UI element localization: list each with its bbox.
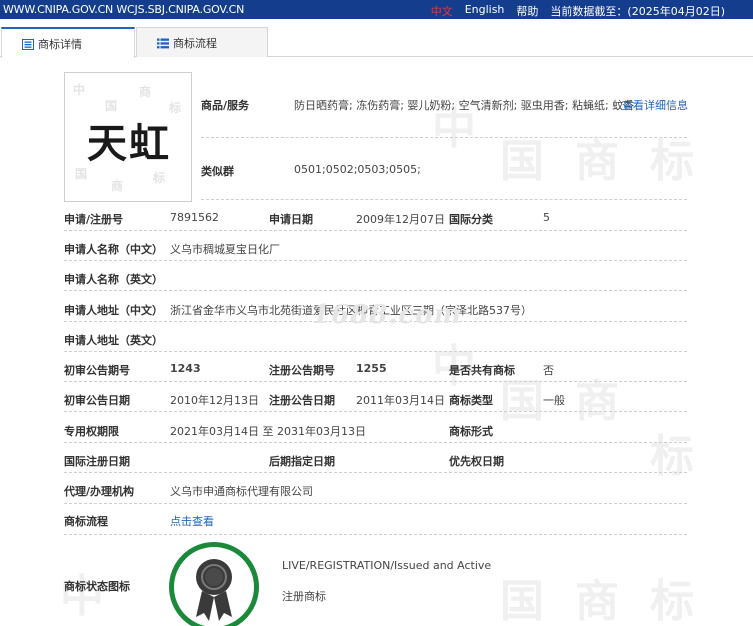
applicant-en-label: 申请人名称（英文） [64,273,163,286]
tab-label: 商标详情 [38,37,82,51]
reg-pub-date-label: 注册公告日期 [269,394,335,407]
process-label: 商标流程 [64,515,108,528]
status-icon-label: 商标状态图标 [64,580,130,593]
intl-reg-date-label: 国际注册日期 [64,455,130,468]
goods-value: 防日晒药膏; 冻伤药膏; 婴儿奶粉; 空气清新剂; 驱虫用香; 粘蝇纸; 蚊香 [294,99,635,112]
prelim-no-label: 初审公告期号 [64,364,130,377]
similar-group-value: 0501;0502;0503;0505; [294,163,421,176]
lang-en-link[interactable]: English [465,3,505,19]
watermark-char: 国 [500,576,544,626]
image-watermark: 中 [73,83,86,97]
divider [64,230,687,231]
divider [64,411,687,412]
divider [64,442,687,443]
applicant-cn-label: 申请人名称（中文） [64,243,163,256]
mark-type-value: 一般 [543,394,565,407]
divider [64,503,687,504]
watermark-char: 标 [650,136,694,187]
trademark-text: 天虹 [87,120,171,167]
priority-date-label: 优先权日期 [449,455,504,468]
reg-pub-no-value: 1255 [356,362,387,375]
tab-bar: 商标详情 商标流程 [0,27,753,58]
divider [64,381,687,382]
view-details-link[interactable]: 查看详细信息 [622,97,688,113]
reg-no-label: 申请/注册号 [64,213,124,226]
reg-pub-date-value: 2011年03月14日 [356,394,445,407]
tab-trademark-process[interactable]: 商标流程 [136,27,268,57]
term-label: 专用权期限 [64,425,119,438]
site-watermark: 1688.com [312,300,463,330]
tab-trademark-detail[interactable]: 商标详情 [1,27,135,58]
status-en-text: LIVE/REGISTRATION/Issued and Active [282,559,492,572]
agent-label: 代理/办理机构 [64,485,135,498]
watermark-char: 标 [650,576,694,626]
divider [64,472,687,473]
status-cn-text: 注册商标 [282,590,326,603]
top-bar: WWW.CNIPA.GOV.CN WCJS.SBJ.CNIPA.GOV.CN 中… [0,0,753,19]
divider [64,290,687,291]
app-date-label: 申请日期 [269,213,313,226]
view-process-link[interactable]: 点击查看 [170,513,214,529]
address-cn-label: 申请人地址（中文） [64,304,163,317]
mark-type-label: 商标类型 [449,394,493,407]
applicant-cn-value: 义乌市稠城夏宝日化厂 [170,243,280,256]
image-watermark: 商 [139,85,152,99]
trademark-image: 中 国 商 标 国 商 标 天虹 [64,72,192,202]
prelim-date-value: 2010年12月13日 [170,394,259,407]
mark-form-label: 商标形式 [449,425,493,438]
data-as-of-text: 当前数据截至：(2025年04月02日) [550,5,725,18]
watermark-char: 标 [650,431,694,482]
image-watermark: 商 [111,179,124,193]
reg-pub-no-label: 注册公告期号 [269,364,335,377]
list-icon [157,38,169,49]
prelim-no-value: 1243 [170,362,201,375]
award-ribbon-icon [196,559,232,621]
app-date-value: 2009年12月07日 [356,213,445,226]
divider [201,199,687,200]
address-en-label: 申请人地址（英文） [64,334,163,347]
intl-class-label: 国际分类 [449,213,493,226]
site-domains: WWW.CNIPA.GOV.CN WCJS.SBJ.CNIPA.GOV.CN [3,3,245,16]
divider [64,534,687,535]
term-value: 2021年03月14日 至 2031年03月13日 [170,425,366,438]
similar-group-label: 类似群 [201,165,234,178]
image-watermark: 标 [153,171,166,185]
shared-label: 是否共有商标 [449,364,515,377]
watermark-char: 商 [575,576,619,626]
divider [201,137,687,138]
divider [64,260,687,261]
later-date-label: 后期指定日期 [269,455,335,468]
tab-label: 商标流程 [173,36,217,50]
lang-zh-link[interactable]: 中文 [431,3,453,19]
prelim-date-label: 初审公告日期 [64,394,130,407]
help-link[interactable]: 帮助 [516,3,538,19]
agent-value: 义乌市申通商标代理有限公司 [170,485,313,498]
registered-badge-icon [169,542,259,626]
watermark-char: 商 [575,376,619,427]
goods-label: 商品/服务 [201,99,250,112]
shared-value: 否 [543,364,554,377]
watermark-char: 国 [500,136,544,187]
intl-class-value: 5 [543,211,550,224]
detail-icon [22,39,34,50]
divider [64,351,687,352]
reg-no-value: 7891562 [170,211,219,224]
top-nav: 中文 English 帮助 当前数据截至：(2025年04月02日) [419,3,725,19]
watermark-char: 商 [575,136,619,187]
